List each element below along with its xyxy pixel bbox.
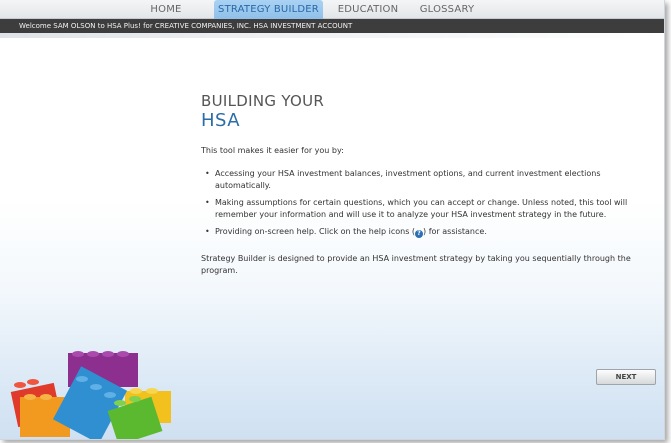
list-item-text-after: ) for assistance. xyxy=(423,227,487,236)
main-content: BUILDING YOUR HSA This tool makes it eas… xyxy=(201,92,656,276)
welcome-text: Welcome SAM OLSON to HSA Plus! for CREAT… xyxy=(19,22,353,30)
building-blocks-image xyxy=(10,351,171,439)
bullet-dot: • xyxy=(205,169,210,178)
tab-strategy-builder[interactable]: STRATEGY BUILDER xyxy=(214,0,323,19)
top-navigation: HOME STRATEGY BUILDER EDUCATION GLOSSARY xyxy=(0,0,664,19)
help-icon[interactable]: ? xyxy=(415,230,424,238)
list-item-text: Making assumptions for certain questions… xyxy=(215,198,628,219)
tab-home[interactable]: HOME xyxy=(138,0,194,19)
list-item: • Making assumptions for certain questio… xyxy=(205,197,656,220)
page-title-line1: BUILDING YOUR xyxy=(201,92,325,110)
tab-education[interactable]: EDUCATION xyxy=(330,0,406,19)
tab-glossary[interactable]: GLOSSARY xyxy=(412,0,482,19)
list-item: • Accessing your HSA investment balances… xyxy=(205,168,656,191)
app-frame: HOME STRATEGY BUILDER EDUCATION GLOSSARY… xyxy=(0,0,665,440)
page-title-line2: HSA xyxy=(201,110,241,131)
bullet-dot: • xyxy=(205,227,210,236)
bullet-dot: • xyxy=(205,198,210,207)
feature-list: • Accessing your HSA investment balances… xyxy=(201,168,656,238)
list-item: • Providing on-screen help. Click on the… xyxy=(205,226,656,238)
list-item-text: Accessing your HSA investment balances, … xyxy=(215,169,601,190)
welcome-bar: Welcome SAM OLSON to HSA Plus! for CREAT… xyxy=(0,19,664,33)
sub-header-bar xyxy=(0,33,664,38)
list-item-text-before: Providing on-screen help. Click on the h… xyxy=(215,227,416,236)
closing-text: Strategy Builder is designed to provide … xyxy=(201,254,631,275)
intro-text: This tool makes it easier for you by: xyxy=(201,146,344,155)
next-button[interactable]: NEXT xyxy=(596,369,656,385)
